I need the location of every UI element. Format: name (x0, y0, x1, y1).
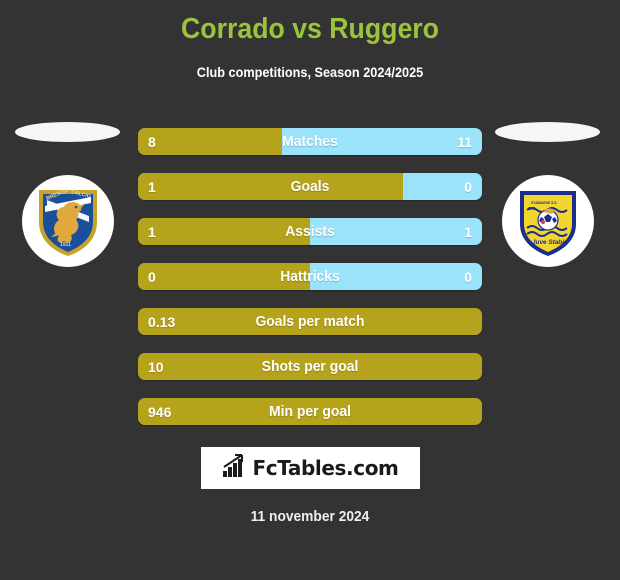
stat-row: 946 Min per goal (138, 398, 482, 425)
stat-away-value: 0 (464, 268, 472, 285)
stat-label: Goals (290, 178, 330, 195)
page-title: Corrado vs Ruggero (181, 13, 439, 45)
stat-label: Shots per goal (261, 358, 359, 375)
home-badge-ellipse (15, 122, 120, 142)
footer-date: 11 november 2024 (250, 509, 370, 525)
stat-row: 0.13 Goals per match (138, 308, 482, 335)
svg-text:S.S.: S.S. (528, 206, 537, 211)
stat-label: Hattricks (280, 268, 340, 285)
brescia-crest-icon: BRESCIA CALCIO 1911 (35, 184, 101, 258)
footer: FcTables.com 11 november 2024 (0, 447, 620, 525)
stat-home-value: 0.13 (148, 313, 176, 330)
stat-home-value: 8 (148, 133, 156, 150)
bar-chart-arrow-icon (222, 453, 248, 483)
stat-home-value: 0 (148, 268, 156, 285)
away-badge-circle: STABIAESE S.S. S.S. Juve Stabia (502, 175, 594, 267)
stat-home-value: 10 (148, 358, 164, 375)
stat-away-value: 11 (457, 133, 472, 150)
juve-stabia-crest-icon: STABIAESE S.S. S.S. Juve Stabia (515, 184, 581, 258)
svg-text:Juve Stabia: Juve Stabia (532, 239, 568, 246)
stat-label: Assists (285, 223, 335, 240)
away-team-badge: STABIAESE S.S. S.S. Juve Stabia (484, 118, 614, 268)
home-team-badge: BRESCIA CALCIO 1911 (4, 118, 134, 268)
fctables-logo-text: FcTables.com (252, 456, 399, 480)
stat-row: 1 Goals 0 (138, 173, 482, 200)
stat-row: 0 Hattricks 0 (138, 263, 482, 290)
fctables-logo[interactable]: FcTables.com (200, 447, 420, 489)
stat-away-value: 1 (464, 223, 472, 240)
home-badge-circle: BRESCIA CALCIO 1911 (22, 175, 114, 267)
stat-home-value: 1 (148, 223, 156, 240)
stat-home-value: 946 (148, 403, 172, 420)
stat-row: 1 Assists 1 (138, 218, 482, 245)
stat-label: Goals per match (255, 313, 365, 330)
stat-home-value: 1 (148, 178, 156, 195)
stat-away-value: 0 (464, 178, 472, 195)
page-subtitle: Club competitions, Season 2024/2025 (196, 65, 424, 80)
svg-text:STABIAESE S.S.: STABIAESE S.S. (531, 201, 558, 205)
svg-text:1911: 1911 (60, 242, 71, 248)
header: Corrado vs Ruggero Club competitions, Se… (0, 0, 620, 80)
stat-label: Min per goal (269, 403, 351, 420)
stats-list: 8 Matches 11 1 Goals 0 1 Assists 1 0 Hat… (138, 128, 482, 443)
stat-row: 10 Shots per goal (138, 353, 482, 380)
stat-row: 8 Matches 11 (138, 128, 482, 155)
away-badge-ellipse (495, 122, 600, 142)
stat-label: Matches (282, 133, 338, 150)
